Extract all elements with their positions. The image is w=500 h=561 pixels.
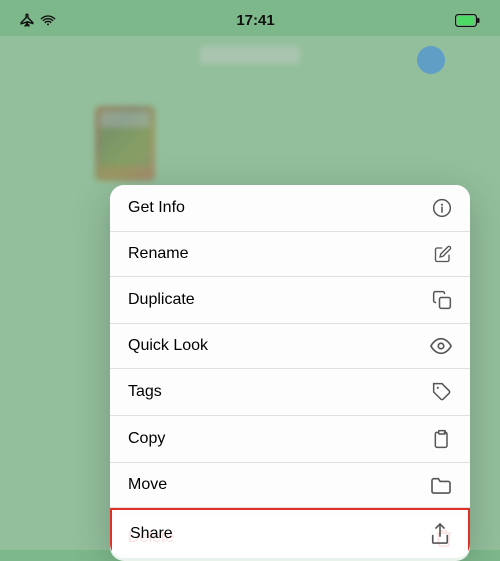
context-menu: Get Info Rename Duplicate Quick xyxy=(110,185,470,558)
battery-icon xyxy=(455,14,480,27)
blue-dot-accent xyxy=(417,46,445,74)
menu-item-tags[interactable]: Tags xyxy=(110,369,470,416)
menu-item-share-label: Share xyxy=(130,525,173,543)
menu-item-duplicate[interactable]: Duplicate xyxy=(110,277,470,324)
menu-item-copy[interactable]: Copy xyxy=(110,416,470,463)
folder-icon xyxy=(430,476,452,494)
menu-item-quick-look[interactable]: Quick Look xyxy=(110,324,470,369)
status-right xyxy=(455,14,480,27)
menu-item-quick-look-label: Quick Look xyxy=(128,337,208,355)
menu-item-duplicate-label: Duplicate xyxy=(128,291,195,309)
tag-icon xyxy=(432,382,452,402)
menu-item-get-info[interactable]: Get Info xyxy=(110,185,470,232)
status-time: 17:41 xyxy=(236,12,274,29)
pencil-icon xyxy=(434,245,452,263)
wifi-icon xyxy=(40,14,56,26)
share-icon xyxy=(430,523,450,545)
duplicate-icon xyxy=(432,290,452,310)
menu-item-share[interactable]: Share xyxy=(110,508,470,558)
menu-item-rename[interactable]: Rename xyxy=(110,232,470,277)
info-icon xyxy=(432,198,452,218)
airplane-icon xyxy=(20,13,34,27)
menu-item-tags-label: Tags xyxy=(128,383,162,401)
status-bar: 17:41 xyxy=(0,0,500,36)
menu-item-copy-label: Copy xyxy=(128,430,165,448)
menu-item-move-label: Move xyxy=(128,476,167,494)
menu-item-get-info-label: Get Info xyxy=(128,199,185,217)
menu-item-move[interactable]: Move xyxy=(110,463,470,508)
eye-icon xyxy=(430,337,452,355)
menu-item-rename-label: Rename xyxy=(128,245,188,263)
copy-icon xyxy=(432,429,452,449)
status-left xyxy=(20,13,56,27)
